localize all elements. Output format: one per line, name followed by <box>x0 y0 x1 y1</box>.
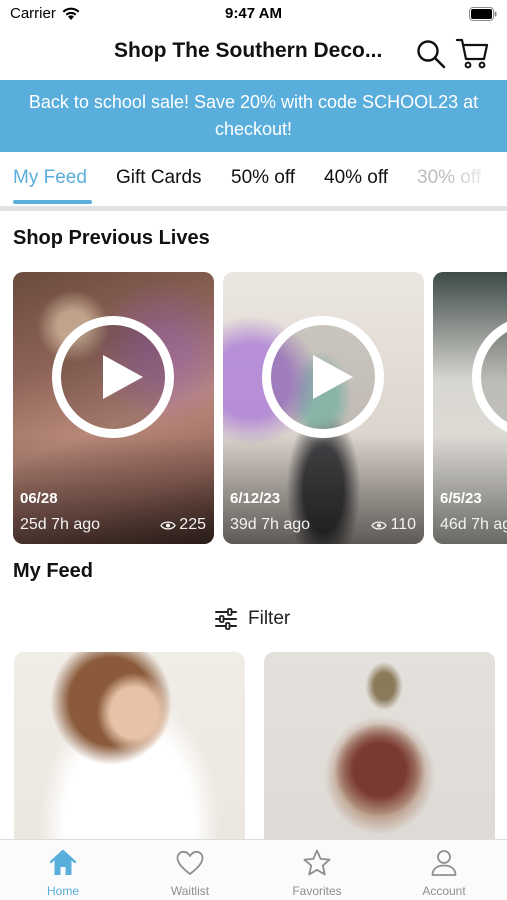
promo-banner[interactable]: Back to school sale! Save 20% with code … <box>0 80 507 152</box>
live-time-ago: 46d 7h ago <box>440 516 507 533</box>
play-button[interactable] <box>52 316 174 438</box>
tab-50-off[interactable]: 50% off <box>231 167 295 189</box>
tabbar-label: Home <box>46 884 79 898</box>
live-view-count: 110 <box>390 516 416 533</box>
live-card[interactable]: 06/28 25d 7h ago 225 <box>13 272 214 544</box>
tabbar-label: Favorites <box>292 884 342 898</box>
live-card[interactable]: 6/12/23 39d 7h ago 110 <box>223 272 424 544</box>
search-icon <box>417 40 446 69</box>
tabs-divider <box>0 206 507 211</box>
play-icon <box>313 355 353 399</box>
eye-icon <box>371 520 388 530</box>
live-date: 6/12/23 <box>230 490 281 507</box>
tabbar-account[interactable]: Account <box>381 840 507 900</box>
person-icon <box>431 850 457 876</box>
shop-title: Shop The Southern Deco... <box>114 39 383 62</box>
clock: 9:47 AM <box>225 5 282 22</box>
home-icon <box>49 849 77 875</box>
previous-lives-carousel[interactable]: 06/28 25d 7h ago 225 6/12/23 39d 7h ago … <box>13 272 507 544</box>
previous-lives-title: Shop Previous Lives <box>13 227 210 249</box>
promo-text: Back to school sale! Save 20% with code … <box>28 92 479 139</box>
product-image <box>14 652 245 842</box>
heart-icon <box>176 850 204 875</box>
tabbar-label: Account <box>422 884 466 898</box>
play-icon <box>103 355 143 399</box>
tabs-fade-overlay <box>447 152 507 208</box>
live-view-count: 225 <box>179 516 206 533</box>
battery-icon <box>469 7 497 21</box>
product-card[interactable] <box>264 652 495 842</box>
product-image <box>264 652 495 842</box>
live-card[interactable]: 6/5/23 46d 7h ago <box>433 272 507 544</box>
status-bar: Carrier 9:47 AM <box>0 0 507 28</box>
tabbar-favorites[interactable]: Favorites <box>254 840 380 900</box>
tab-gift-cards[interactable]: Gift Cards <box>116 167 202 189</box>
tabbar-home[interactable]: Home <box>0 840 126 900</box>
live-date: 6/5/23 <box>440 490 482 507</box>
tab-my-feed[interactable]: My Feed <box>13 167 87 189</box>
tab-40-off[interactable]: 40% off <box>324 167 388 189</box>
live-time-ago: 25d 7h ago <box>20 516 101 533</box>
feed-title: My Feed <box>13 560 94 582</box>
cart-icon <box>455 38 489 69</box>
search-button[interactable] <box>415 38 447 70</box>
app-header: Shop The Southern Deco... <box>0 28 507 80</box>
star-icon <box>303 849 331 876</box>
active-tab-indicator <box>13 200 92 204</box>
tabbar-label: Waitlist <box>170 884 210 898</box>
cart-button[interactable] <box>455 36 491 70</box>
product-card[interactable] <box>14 652 245 842</box>
live-views: 225 <box>160 516 206 534</box>
tabbar-waitlist[interactable]: Waitlist <box>127 840 253 900</box>
filter-label: Filter <box>248 608 291 629</box>
live-date: 06/28 <box>20 490 58 507</box>
filter-sliders-icon <box>215 608 237 630</box>
category-tabs: My Feed Gift Cards 50% off 40% off 30% o… <box>0 152 507 208</box>
live-views: 110 <box>371 516 416 534</box>
eye-icon <box>160 520 177 530</box>
filter-button[interactable]: Filter <box>214 605 290 633</box>
play-button[interactable] <box>262 316 384 438</box>
live-time-ago: 39d 7h ago <box>230 516 311 533</box>
bottom-tab-bar: Home Waitlist Favorites Account <box>0 839 507 900</box>
